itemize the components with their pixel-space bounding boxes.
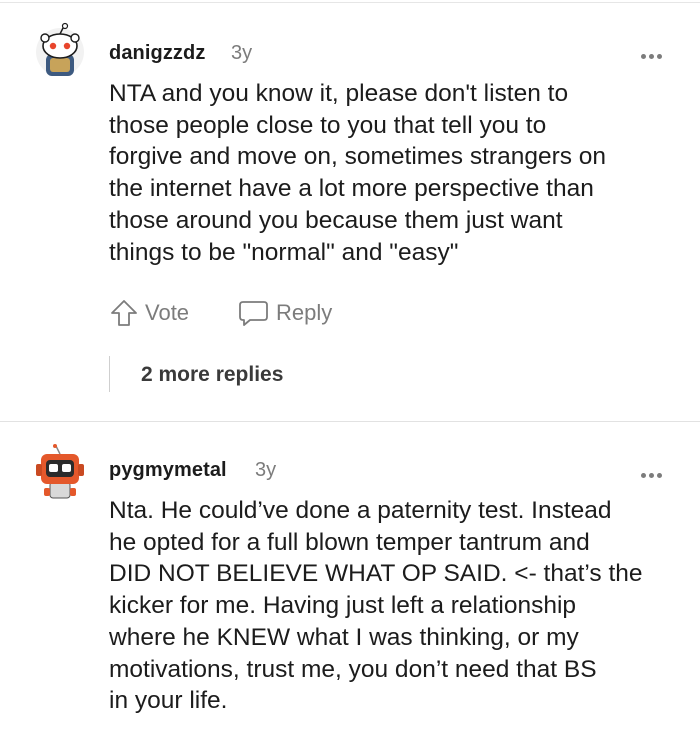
comment-age: 3y — [231, 42, 253, 64]
snoo-avatar-icon[interactable] — [32, 22, 88, 78]
more-options-icon[interactable] — [641, 46, 667, 59]
comment-divider — [0, 421, 700, 422]
top-divider — [0, 2, 700, 3]
comment-actions: Vote Reply — [109, 296, 332, 330]
username[interactable]: danigzzdz — [109, 42, 205, 65]
reply-label: Reply — [276, 300, 333, 325]
comment-body: NTA and you know it, please don't listen… — [109, 80, 607, 266]
comment-body: Nta. He could’ve done a paternity test. … — [109, 497, 643, 715]
comment-age: 3y — [255, 459, 277, 481]
robot-avatar-icon[interactable] — [32, 444, 88, 500]
reply-icon — [239, 301, 268, 326]
vote-button[interactable]: Vote — [109, 298, 189, 328]
thread-line — [109, 356, 110, 392]
vote-label: Vote — [145, 300, 190, 325]
more-replies-link[interactable]: 2 more replies — [141, 363, 283, 387]
upvote-icon — [111, 300, 137, 326]
more-options-icon[interactable] — [641, 465, 667, 478]
username[interactable]: pygmymetal — [109, 459, 227, 482]
reply-button[interactable]: Reply — [237, 298, 332, 328]
